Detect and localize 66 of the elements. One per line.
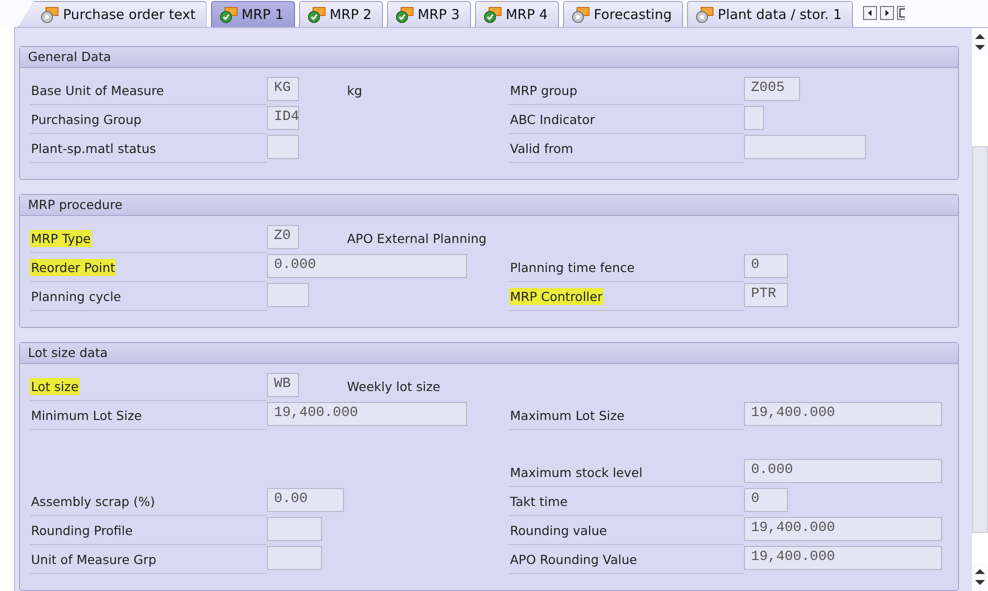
input-field[interactable] <box>744 135 866 159</box>
field-label: Planning time fence <box>509 258 636 276</box>
tab[interactable]: MRP 4 <box>474 1 559 27</box>
field-label: Valid from <box>509 140 574 156</box>
folder-icon <box>696 6 714 22</box>
tab[interactable]: MRP 2 <box>298 1 383 27</box>
section-title: Lot size data <box>20 343 958 364</box>
input-field[interactable] <box>267 283 309 307</box>
input-field[interactable]: PTR <box>744 283 788 307</box>
field-label: MRP Controller <box>509 288 604 304</box>
field-label: MRP group <box>509 82 578 98</box>
tab[interactable]: Plant data / stor. 1 <box>686 1 853 27</box>
tab[interactable]: Purchase order text <box>18 1 207 27</box>
input-field[interactable]: 0 <box>744 488 788 512</box>
folder-icon <box>572 6 590 22</box>
field-label: Planning cycle <box>30 288 122 304</box>
field-label: ABC Indicator <box>509 110 596 128</box>
scroll-right-button[interactable] <box>880 6 894 20</box>
input-field[interactable]: 0.000 <box>267 254 467 278</box>
input-field[interactable]: 19,400.000 <box>744 402 942 426</box>
field-label: MRP Type <box>30 230 92 246</box>
input-field[interactable] <box>267 135 299 159</box>
field-label: Maximum stock level <box>509 464 644 480</box>
checked-folder-icon <box>396 6 414 22</box>
folder-icon <box>41 6 59 22</box>
scrollbar[interactable] <box>972 28 988 591</box>
field-label: Base Unit of Measure <box>30 82 165 98</box>
input-field[interactable]: KG <box>267 77 299 101</box>
field-label: Rounding Profile <box>30 522 134 538</box>
tab[interactable]: MRP 1 <box>210 1 295 27</box>
scroll-left-button[interactable] <box>862 6 877 20</box>
field-label: Assembly scrap (%) <box>30 492 156 510</box>
input-field[interactable] <box>267 517 322 541</box>
input-field[interactable]: 0 <box>744 254 788 278</box>
tab[interactable]: MRP 3 <box>386 1 471 27</box>
input-field[interactable]: 19,400.000 <box>267 402 467 426</box>
field-label: Takt time <box>509 492 569 510</box>
field-label: Lot size <box>30 378 80 394</box>
field-description: kg <box>347 83 362 98</box>
input-field[interactable]: 0.00 <box>267 488 344 512</box>
section-title: MRP procedure <box>20 195 958 216</box>
field-label: Rounding value <box>509 522 608 538</box>
field-label: Plant-sp.matl status <box>30 140 158 156</box>
tab-list-button[interactable] <box>896 6 905 20</box>
input-field[interactable]: WB <box>267 373 299 397</box>
input-field[interactable]: 0.000 <box>744 459 942 483</box>
input-field[interactable] <box>744 106 764 130</box>
checked-folder-icon <box>220 6 238 22</box>
field-label: APO Rounding Value <box>509 550 638 568</box>
checked-folder-icon <box>484 6 502 22</box>
field-label: Purchasing Group <box>30 110 142 128</box>
field-label: Maximum Lot Size <box>509 406 626 424</box>
input-field[interactable]: 19,400.000 <box>744 546 942 570</box>
field-label: Reorder Point <box>30 258 116 276</box>
input-field[interactable]: 19,400.000 <box>744 517 942 541</box>
input-field[interactable]: Z0 <box>267 225 299 249</box>
input-field[interactable] <box>267 546 322 570</box>
tab[interactable]: Forecasting <box>562 1 683 27</box>
section-title: General Data <box>20 47 958 68</box>
input-field[interactable]: ID4 <box>267 106 299 130</box>
field-description: APO External Planning <box>347 231 487 246</box>
checked-folder-icon <box>308 6 326 22</box>
input-field[interactable]: Z005 <box>744 77 800 101</box>
field-label: Minimum Lot Size <box>30 406 143 424</box>
field-label: Unit of Measure Grp <box>30 550 158 568</box>
field-description: Weekly lot size <box>347 379 440 394</box>
